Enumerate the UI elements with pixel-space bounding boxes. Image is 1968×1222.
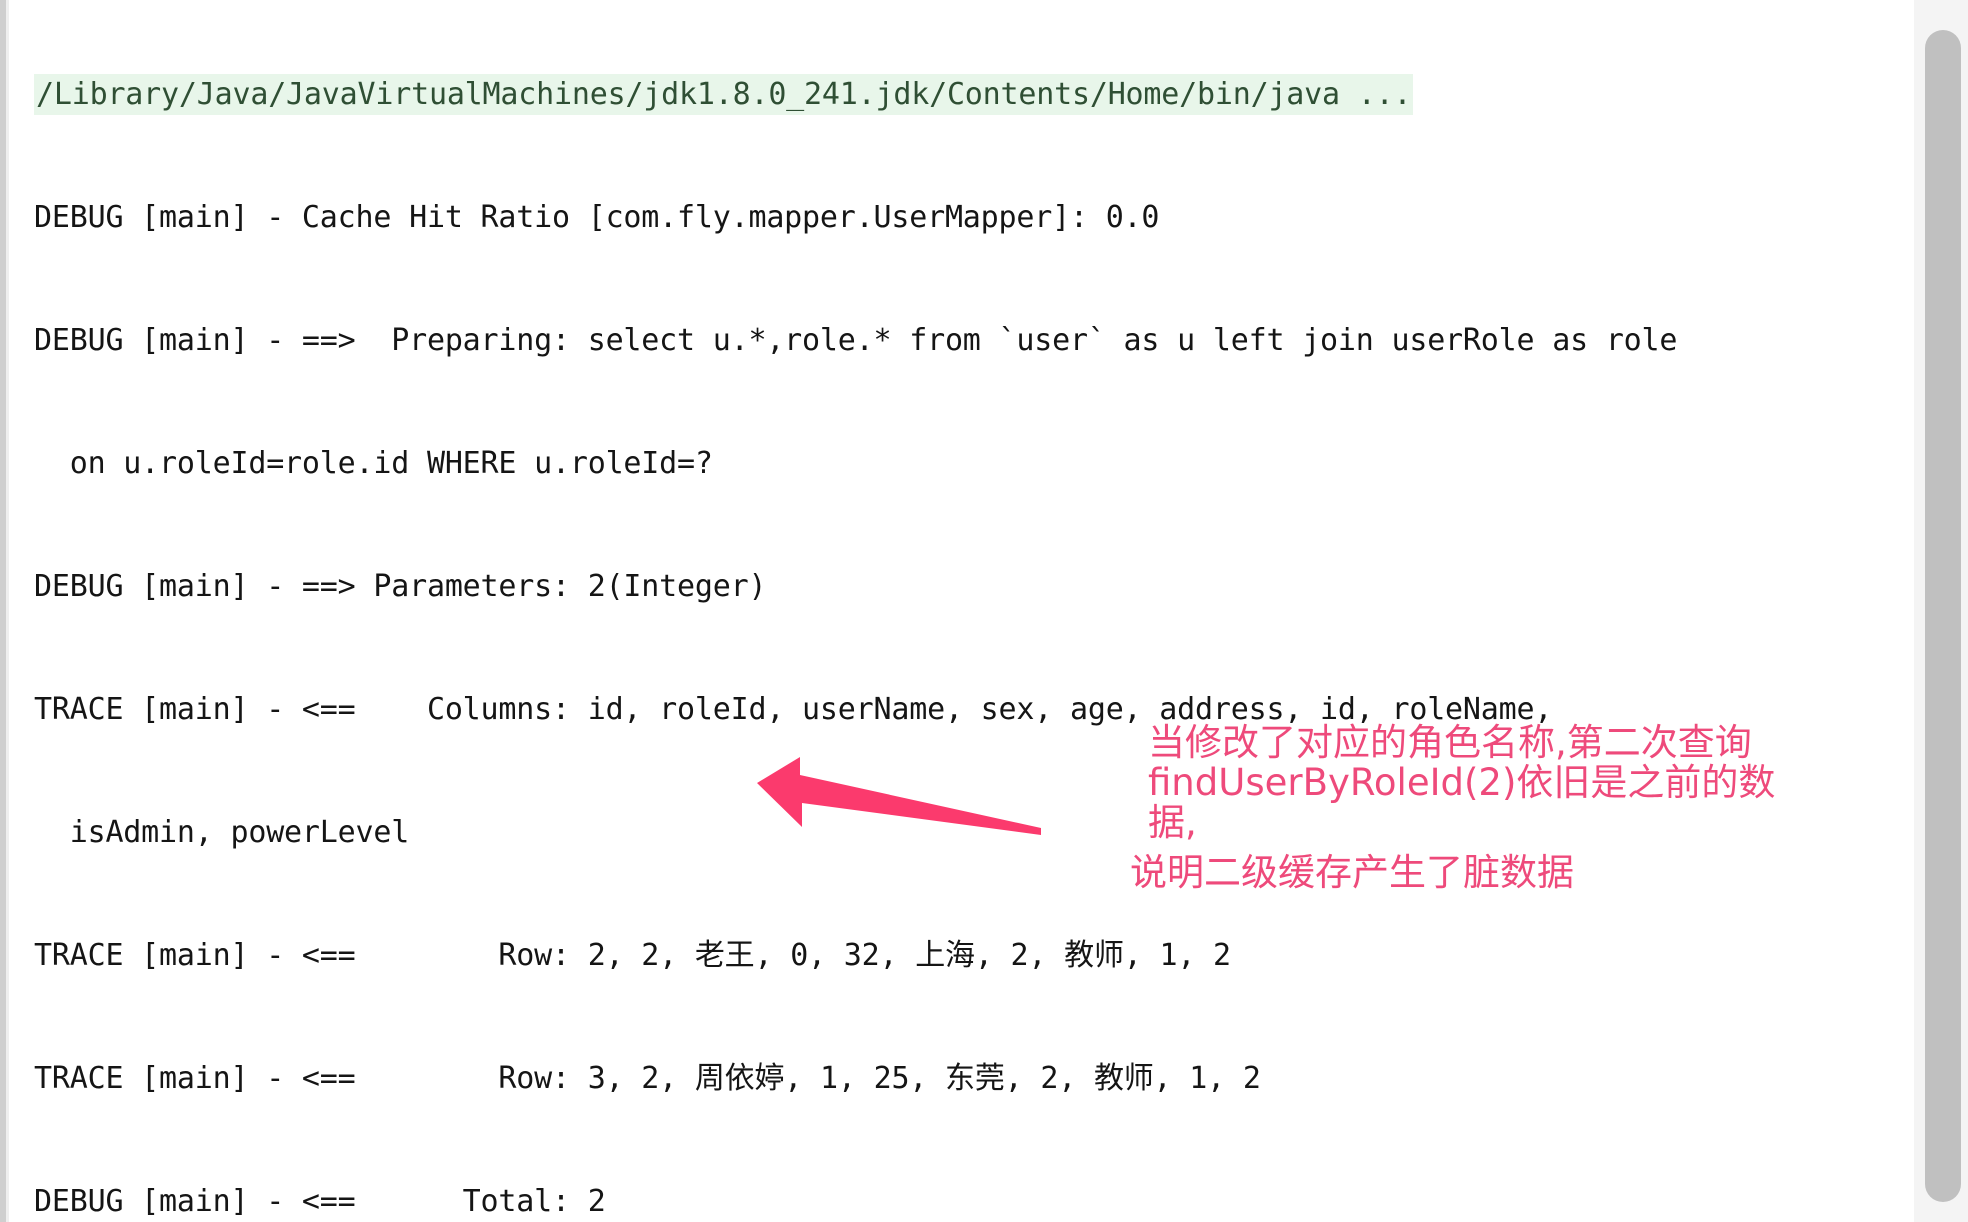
console-output-area[interactable]: /Library/Java/JavaVirtualMachines/jdk1.8… [9, 0, 1914, 1222]
console-command-row: /Library/Java/JavaVirtualMachines/jdk1.8… [34, 74, 1914, 115]
run-console-window: /Library/Java/JavaVirtualMachines/jdk1.8… [0, 0, 1968, 1222]
console-text: /Library/Java/JavaVirtualMachines/jdk1.8… [34, 0, 1914, 1222]
console-line: DEBUG [main] - <== Total: 2 [34, 1184, 606, 1219]
console-gutter-bar [0, 0, 9, 1222]
console-line: DEBUG [main] - ==> Preparing: select u.*… [34, 323, 1678, 358]
console-line: TRACE [main] - <== Row: 2, 2, 老王, 0, 32,… [34, 938, 1231, 973]
console-line: DEBUG [main] - Cache Hit Ratio [com.fly.… [34, 200, 1160, 235]
pink-arrow-icon [757, 757, 1041, 835]
console-line: DEBUG [main] - ==> Parameters: 2(Integer… [34, 569, 767, 604]
console-line: TRACE [main] - <== Columns: id, roleId, … [34, 692, 1553, 727]
console-line: on u.roleId=role.id WHERE u.roleId=? [34, 446, 713, 481]
vertical-scrollbar-track[interactable] [1914, 0, 1968, 1222]
console-left-gutter [0, 0, 9, 1222]
vertical-scrollbar-thumb[interactable] [1925, 30, 1961, 1202]
console-command-line: /Library/Java/JavaVirtualMachines/jdk1.8… [34, 74, 1414, 115]
console-line: TRACE [main] - <== Row: 3, 2, 周依婷, 1, 25… [34, 1061, 1261, 1096]
